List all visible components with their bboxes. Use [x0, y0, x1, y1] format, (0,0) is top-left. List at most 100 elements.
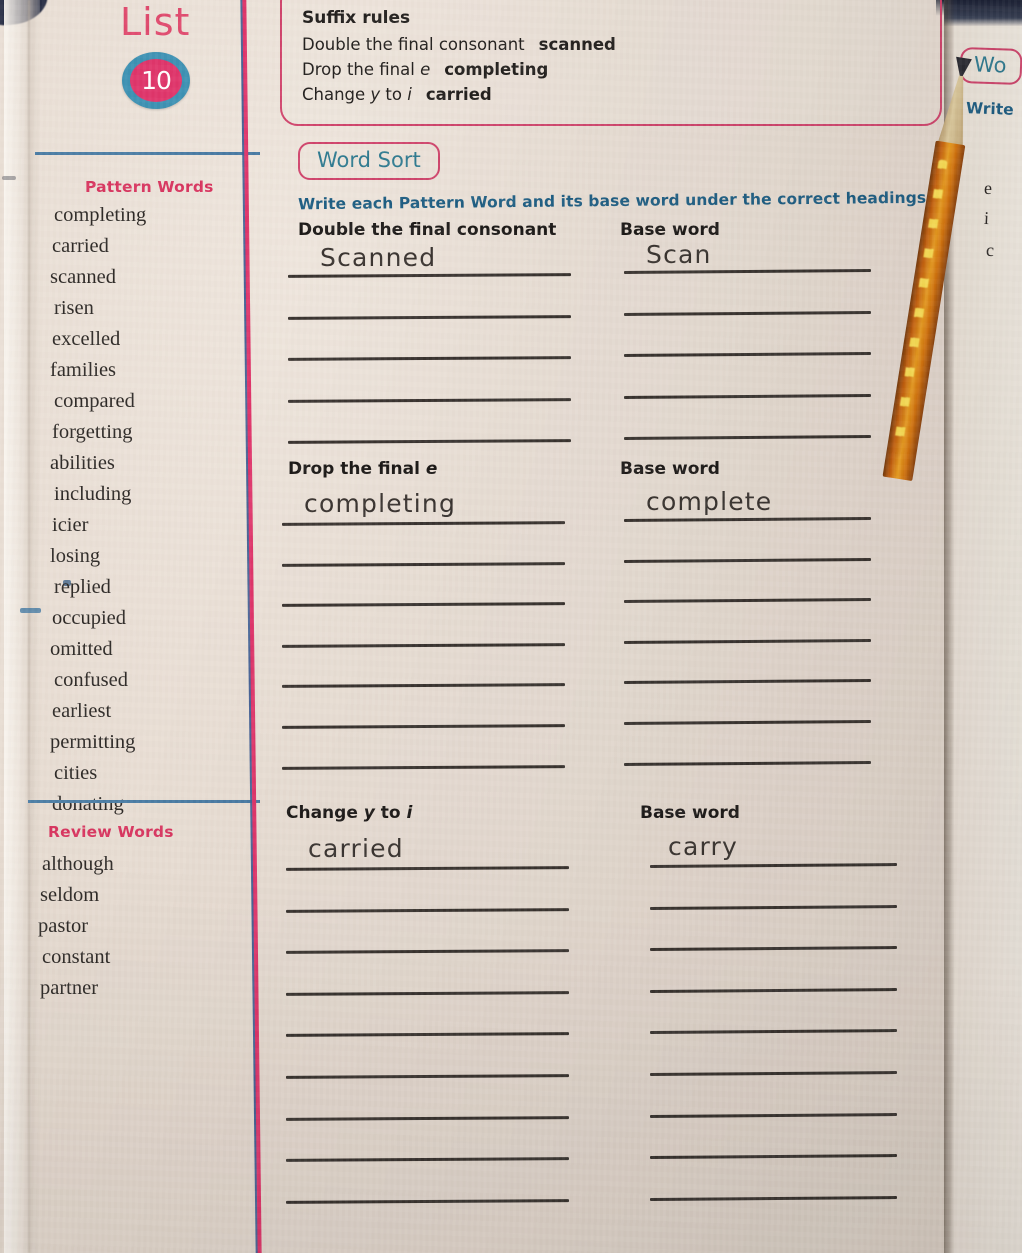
- suffix-rule-italic-3b: i: [407, 85, 412, 104]
- work-area: Suffix rules Double the final consonant s…: [258, 0, 948, 1253]
- answer-line[interactable]: [287, 439, 572, 444]
- list-item: scanned: [50, 266, 117, 288]
- facing-page-list-fragment-1: e: [983, 177, 993, 199]
- list-item: seldom: [40, 884, 100, 906]
- answer-line[interactable]: [285, 1074, 570, 1079]
- answer-line[interactable]: [623, 557, 872, 563]
- answer-line[interactable]: [285, 1115, 570, 1121]
- suffix-rule-italic-3a: y: [370, 85, 381, 104]
- divider-rule-mid: [28, 800, 260, 803]
- section-heading-drop-e: Drop the final e: [288, 459, 437, 479]
- suffix-rule-row-1: Double the final consonant scanned: [302, 35, 922, 54]
- suffix-rules-box: Suffix rules Double the final consonant s…: [280, 0, 942, 126]
- answer-line[interactable]: [287, 356, 572, 361]
- answer-line[interactable]: [649, 1195, 898, 1201]
- suffix-rule-mid-3: to: [380, 85, 408, 104]
- handwriting-change-y-word: carried: [308, 834, 404, 863]
- list-title: List: [120, 0, 191, 44]
- suffix-rule-text-1: Double the final consonant: [302, 35, 525, 54]
- answer-line[interactable]: [623, 679, 872, 684]
- answer-line[interactable]: [287, 397, 572, 403]
- column-divider: [240, 0, 262, 1253]
- suffix-rule-row-3: Change y to i carried: [302, 85, 922, 104]
- answer-line[interactable]: [623, 310, 872, 316]
- answer-lines-double-consonant-left[interactable]: [287, 273, 572, 482]
- answer-line[interactable]: [649, 987, 898, 993]
- answer-line[interactable]: [287, 314, 572, 320]
- answer-line[interactable]: [623, 598, 872, 603]
- list-item: risen: [54, 297, 94, 319]
- answer-line[interactable]: [649, 863, 898, 868]
- answer-line[interactable]: [285, 907, 570, 913]
- answer-line[interactable]: [281, 724, 566, 729]
- answer-line[interactable]: [281, 642, 566, 648]
- answer-lines-drop-e-right[interactable]: [623, 517, 872, 802]
- base-word-heading-1: Base word: [620, 220, 720, 240]
- answer-line[interactable]: [649, 904, 898, 910]
- suffix-rules-title: Suffix rules: [302, 8, 411, 28]
- section-heading-change-y: Change y to i: [286, 803, 412, 823]
- section-heading-italic-3b: i: [406, 803, 413, 823]
- answer-lines-drop-e-left[interactable]: [281, 521, 566, 806]
- answer-line[interactable]: [285, 1157, 570, 1162]
- answer-line[interactable]: [623, 760, 872, 766]
- section-heading-double-consonant: Double the final consonant: [298, 220, 556, 240]
- list-item: constant: [42, 946, 111, 968]
- list-item: icier: [52, 514, 89, 536]
- answer-line[interactable]: [623, 638, 872, 644]
- list-item: cities: [54, 762, 98, 784]
- facing-page-list-fragment-3: c: [985, 239, 995, 261]
- facing-page-list-fragment-2: i: [983, 207, 990, 229]
- answer-line[interactable]: [281, 521, 566, 526]
- answer-line[interactable]: [281, 764, 566, 770]
- suffix-rule-italic-2: e: [420, 60, 431, 79]
- answer-line[interactable]: [649, 1154, 898, 1159]
- word-sort-chip: Word Sort: [298, 142, 440, 180]
- list-item: partner: [40, 977, 99, 999]
- answer-line[interactable]: [649, 946, 898, 951]
- divider-rule-top: [35, 152, 260, 155]
- pattern-words-heading: Pattern Words: [85, 178, 214, 196]
- suffix-rule-row-2: Drop the final e completing: [302, 60, 922, 79]
- answer-line[interactable]: [623, 517, 872, 522]
- list-item: confused: [54, 669, 129, 691]
- review-words-heading: Review Words: [48, 823, 174, 841]
- pattern-words-list: completing carried scanned risen excelled fam…: [50, 200, 146, 820]
- answer-line[interactable]: [285, 1032, 570, 1037]
- answer-line[interactable]: [281, 561, 566, 567]
- answer-line[interactable]: [285, 949, 570, 954]
- answer-line[interactable]: [285, 990, 570, 996]
- suffix-rule-example-2: completing: [444, 60, 549, 79]
- answer-line[interactable]: [285, 866, 570, 871]
- answer-lines-change-y-left[interactable]: [285, 866, 570, 1241]
- answer-line[interactable]: [623, 435, 872, 440]
- answer-line[interactable]: [285, 1198, 570, 1204]
- answer-line[interactable]: [623, 269, 872, 274]
- list-item: including: [54, 483, 132, 505]
- answer-line[interactable]: [623, 719, 872, 725]
- answer-line[interactable]: [281, 683, 566, 688]
- list-item: occupied: [52, 607, 126, 629]
- section-heading-italic-3a: y: [363, 803, 375, 823]
- workbook-page-photo: List 10 Pattern Words completing carried s…: [0, 0, 1022, 1253]
- answer-line[interactable]: [649, 1029, 898, 1034]
- word-sort-instruction: Write each Pattern Word and its base wor…: [297, 188, 933, 214]
- answer-line[interactable]: [623, 352, 872, 357]
- answer-lines-change-y-right[interactable]: [649, 863, 898, 1238]
- answer-lines-double-consonant-right[interactable]: [623, 269, 872, 478]
- answer-line[interactable]: [623, 393, 872, 399]
- suffix-rule-text-3: Change: [302, 85, 371, 104]
- answer-line[interactable]: [649, 1112, 898, 1118]
- list-number: 10: [141, 66, 172, 95]
- answer-line[interactable]: [287, 273, 572, 278]
- answer-line[interactable]: [649, 1070, 898, 1076]
- handwriting-change-y-base: carry: [668, 832, 738, 861]
- review-words-list: although seldom pastor constant partner: [38, 849, 114, 1004]
- answer-line[interactable]: [281, 602, 566, 607]
- list-item: excelled: [52, 328, 121, 350]
- list-item: although: [42, 853, 114, 875]
- word-list-column: List 10 Pattern Words completing carried s…: [0, 0, 260, 1253]
- section-heading-text-2: Drop the final: [288, 459, 426, 479]
- handwriting-double-consonant-word: Scanned: [320, 243, 437, 272]
- list-item: pastor: [38, 915, 89, 937]
